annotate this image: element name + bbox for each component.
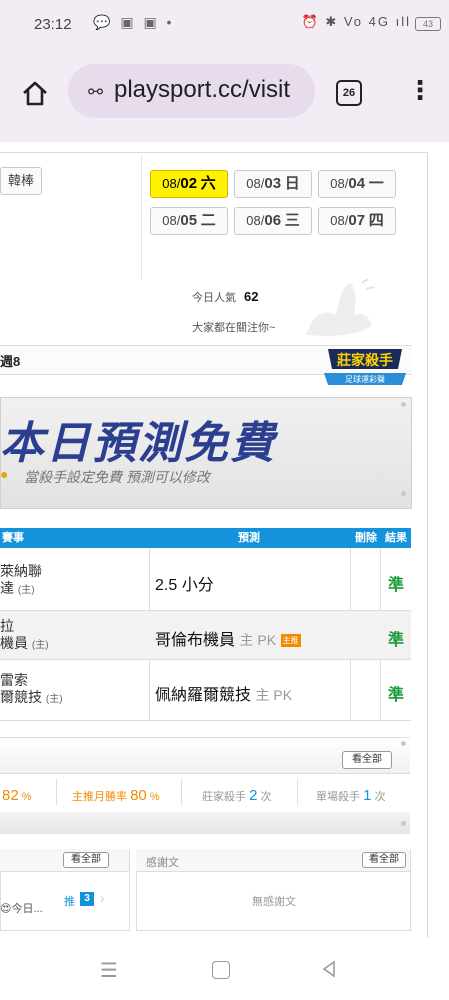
header-game: 賽事 — [2, 532, 24, 544]
url-text[interactable]: playsport.cc/visit — [114, 76, 290, 104]
game-cell: 萊納聯達 (主) — [0, 563, 42, 596]
divider — [181, 779, 182, 805]
result-cell: 準 — [388, 577, 405, 594]
chevron-right-icon[interactable]: › — [100, 890, 105, 906]
date-chip[interactable]: 08/06 三 — [234, 207, 312, 235]
prediction-cell: 佩納羅爾競技 主 PK — [155, 687, 293, 704]
follow-text: 大家都在關注你~ — [192, 322, 276, 334]
home-button-icon[interactable] — [212, 961, 230, 979]
push-label: 推 — [64, 896, 75, 908]
stat-monthly-rate: 82 % — [2, 787, 32, 804]
bookie-killer-logo: 莊家殺手 足球運彩聲 — [324, 349, 406, 385]
back-icon[interactable] — [321, 960, 337, 978]
divider — [297, 779, 298, 805]
stats-view-all-button[interactable]: 看全部 — [342, 751, 392, 769]
banner-subtitle: 當殺手設定免費 預測可以修改 — [24, 469, 210, 485]
svg-text:莊家殺手: 莊家殺手 — [337, 352, 393, 369]
site-settings-icon[interactable]: ⚯ — [88, 82, 103, 103]
status-time: 23:12 — [34, 16, 72, 33]
date-chip[interactable]: 08/04 一 — [318, 170, 396, 198]
stat-main-pick-rate: 主推月勝率 80 % — [72, 787, 160, 804]
post-snippet[interactable]: 😍今日... — [0, 900, 43, 916]
header-result: 結果 — [385, 532, 407, 544]
thanks-view-all-button[interactable]: 看全部 — [362, 852, 406, 868]
date-chip[interactable]: 08/05 二 — [150, 207, 228, 235]
divider — [56, 779, 57, 805]
divider — [141, 156, 142, 280]
decor-dot — [401, 402, 406, 407]
popularity-value: 62 — [244, 289, 259, 304]
header-prediction: 預測 — [238, 532, 260, 544]
popularity: 今日人氣 62 — [192, 289, 258, 305]
smile-icon: ● — [0, 466, 9, 482]
game-cell: 雷索 爾競技 (主) — [0, 672, 63, 705]
home-icon[interactable] — [21, 79, 49, 107]
date-chip[interactable]: 08/03 日 — [234, 170, 312, 198]
date-chip[interactable]: 08/07 四 — [318, 207, 396, 235]
battery-icon: 43 — [415, 17, 441, 31]
banner-title: 本日預測免費 — [0, 418, 276, 469]
system-icons: ⏰ ✱ Vo 4G ıll — [301, 14, 411, 29]
popularity-label: 今日人氣 — [192, 292, 236, 304]
date-chip[interactable]: 08/02 六 — [150, 170, 228, 198]
result-cell: 準 — [388, 632, 405, 649]
svg-text:足球運彩聲: 足球運彩聲 — [345, 374, 385, 384]
table-header — [0, 528, 411, 548]
result-cell: 準 — [388, 687, 405, 704]
mascot-illustration — [306, 278, 375, 336]
thanks-title: 感謝文 — [146, 857, 179, 869]
main-pick-badge: 主推 — [280, 634, 301, 648]
header-delete: 刪除 — [355, 532, 377, 544]
prediction-cell: 2.5 小分 — [155, 577, 214, 594]
league-tab[interactable]: 韓棒 — [0, 167, 42, 195]
decor-dot — [401, 821, 406, 826]
notification-icons: 💬 ▣ ▣ • — [93, 14, 175, 30]
recents-icon[interactable]: ☰ — [100, 958, 118, 983]
prediction-cell: 哥倫布機員 主 PK 主推 — [155, 632, 301, 649]
section-title: 週8 — [0, 354, 21, 369]
stats-footer — [0, 812, 410, 834]
tab-switcher-button[interactable]: 26 — [336, 80, 362, 106]
decor-dot — [401, 741, 406, 746]
menu-icon[interactable]: ⋮ — [407, 76, 433, 104]
decor-dot — [401, 491, 406, 496]
stat-single-killer: 單場殺手 1 次 — [316, 787, 386, 804]
stat-bookie-killer: 莊家殺手 2 次 — [202, 787, 272, 804]
posts-view-all-button[interactable]: 看全部 — [63, 852, 109, 868]
game-cell: 拉機員 (主) — [0, 618, 49, 651]
thanks-empty-text: 無感謝文 — [252, 896, 296, 908]
push-count-badge: 3 — [80, 892, 94, 906]
